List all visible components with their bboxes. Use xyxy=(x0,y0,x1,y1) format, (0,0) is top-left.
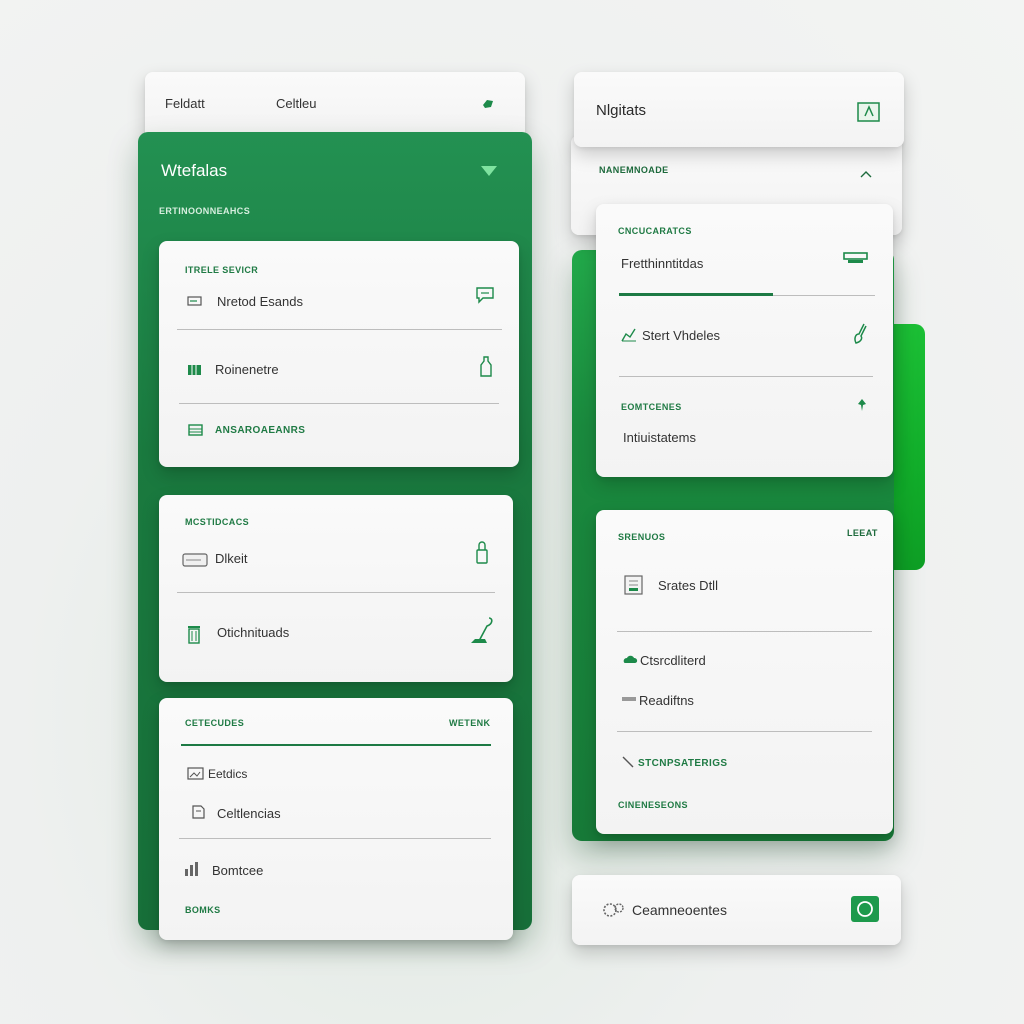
right-top-title: Nlgitats xyxy=(596,102,647,119)
left-card-services: Itrele Sevicr Nretod Esands Roinenetre A… xyxy=(159,241,519,467)
notebook-icon xyxy=(623,574,645,596)
list-item[interactable]: Stcnpsaterigs xyxy=(638,758,727,769)
bottom-card-title: Ceamneoentes xyxy=(632,902,727,918)
card-footer[interactable]: Bomks xyxy=(185,905,221,915)
tablet-icon[interactable] xyxy=(856,100,882,124)
card-label: Srenuos xyxy=(618,532,666,542)
tab-celtleu[interactable]: Celtleu xyxy=(276,96,316,111)
right-card-cncucaratcs: Cncucaratcs Fretthinntitdas Stert Vhdele… xyxy=(596,204,893,477)
divider xyxy=(181,744,491,746)
list-item[interactable]: Celtlencias xyxy=(217,806,281,821)
document-icon xyxy=(187,295,203,307)
card-label: Cncucaratcs xyxy=(618,226,692,236)
divider xyxy=(177,592,495,593)
right-bottom-card: Ceamneoentes xyxy=(572,875,901,945)
right-top-card: Nlgitats xyxy=(574,72,904,147)
left-card-mcstidcacs: Mcstidcacs Dlkeit Otichnituads xyxy=(159,495,513,682)
panel-subtitle: Ertinoonneahcs xyxy=(159,206,251,216)
divider xyxy=(619,376,873,377)
right-card-srenuos: Srenuos Leeat Srates Dtll Ctsrcdliterd R… xyxy=(596,510,893,834)
toggle-button[interactable] xyxy=(851,896,879,922)
card-icon xyxy=(181,552,209,568)
lock-icon[interactable] xyxy=(475,540,489,566)
brush-icon[interactable] xyxy=(850,322,870,346)
trash-icon xyxy=(187,623,201,645)
list-item[interactable]: Otichnituads xyxy=(217,625,289,640)
image-icon xyxy=(187,767,205,780)
list-item[interactable]: Bomtcee xyxy=(212,863,263,878)
list-item[interactable]: Stert Vhdeles xyxy=(642,328,720,343)
chevron-down-icon[interactable] xyxy=(480,165,498,177)
divider xyxy=(179,838,491,839)
list-item[interactable]: Intiuistatems xyxy=(623,430,696,445)
list-item[interactable]: Roinenetre xyxy=(215,362,279,377)
list-item[interactable]: Srates Dtll xyxy=(658,578,718,593)
card-footer[interactable]: Cineneseons xyxy=(618,800,688,810)
grid-icon xyxy=(187,364,203,376)
slider-icon xyxy=(621,695,639,703)
chat-icon[interactable] xyxy=(475,286,495,304)
sub-card-label: Nanemnoade xyxy=(599,165,669,175)
progress-fill xyxy=(619,293,773,296)
bar-chart-icon xyxy=(184,861,202,877)
list-item[interactable]: Ctsrcdliterd xyxy=(640,653,706,668)
router-icon[interactable] xyxy=(842,250,870,266)
list-item[interactable]: Ansaroaeanrs xyxy=(215,425,305,436)
panel-title: Wtefalas xyxy=(161,161,228,180)
card-right-label[interactable]: Leeat xyxy=(847,528,878,538)
divider xyxy=(179,403,499,404)
list-item[interactable]: Eetdics xyxy=(208,767,247,781)
divider xyxy=(177,329,502,330)
bottle-icon[interactable] xyxy=(479,356,493,378)
table-icon xyxy=(188,424,204,436)
list-item[interactable]: Nretod Esands xyxy=(217,294,303,309)
tag-icon xyxy=(190,805,206,820)
tab-feldatt[interactable]: Feldatt xyxy=(165,96,205,111)
pen-icon xyxy=(622,756,634,768)
card-label: Cetecudes xyxy=(185,718,245,728)
leaf-icon[interactable] xyxy=(482,98,494,110)
list-item[interactable]: Fretthinntitdas xyxy=(621,256,703,271)
card-label-2: Eomtcenes xyxy=(621,402,682,412)
vacuum-icon[interactable] xyxy=(467,615,495,647)
cloud-icon xyxy=(622,654,638,664)
left-card-cetecudes: Cetecudes Wetenk Eetdics Celtlencias Bom… xyxy=(159,698,513,940)
divider xyxy=(617,731,872,732)
chevron-up-icon[interactable] xyxy=(859,169,873,179)
card-label: Mcstidcacs xyxy=(185,517,249,527)
card-right-label[interactable]: Wetenk xyxy=(449,718,490,728)
card-label: Itrele Sevicr xyxy=(185,265,259,275)
list-item[interactable]: Dlkeit xyxy=(215,551,248,566)
gears-icon xyxy=(602,900,626,920)
chart-icon xyxy=(621,328,637,342)
list-item[interactable]: Readiftns xyxy=(639,693,694,708)
pin-icon[interactable] xyxy=(856,398,868,412)
divider xyxy=(617,631,872,632)
